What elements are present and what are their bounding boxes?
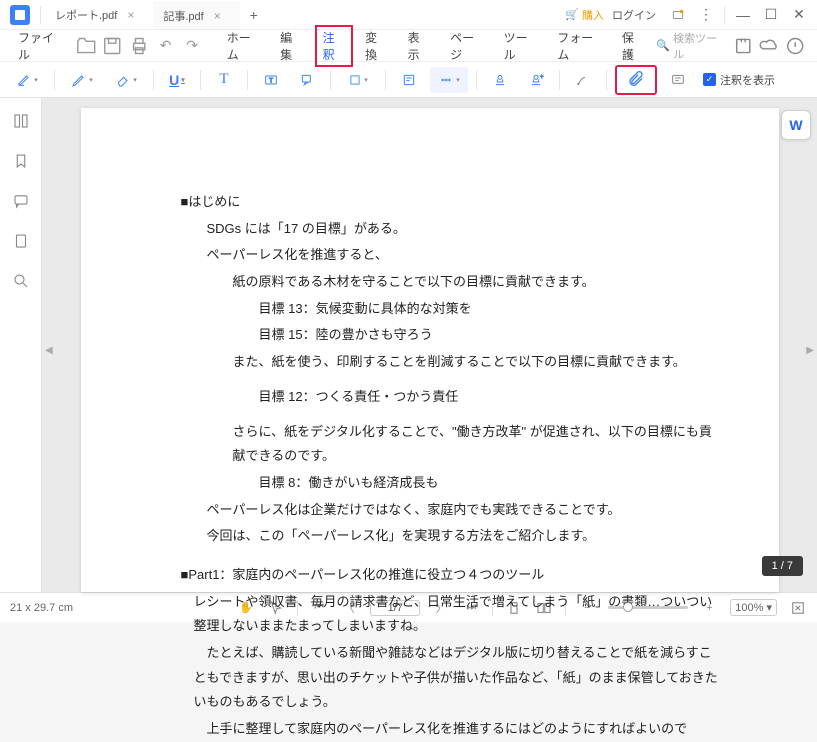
page-indicator: 1 / 7 — [762, 556, 803, 576]
tab-article[interactable]: 記事.pdf × — [153, 1, 239, 29]
underline-tool[interactable]: U▾ — [162, 67, 192, 93]
body-text: 今回は、この「ペーパーレス化」を実現する方法をご紹介します。 — [181, 524, 719, 549]
pencil-tool[interactable]: ▾ — [63, 67, 101, 93]
tab-report[interactable]: レポート.pdf × — [45, 1, 153, 29]
body-text: ペーパーレス化を推進すると、 — [181, 243, 719, 268]
fit-page-icon[interactable] — [789, 599, 807, 617]
print-icon[interactable] — [128, 34, 150, 58]
attachment-tool[interactable] — [615, 65, 657, 95]
save-icon[interactable] — [101, 34, 123, 58]
menu-page[interactable]: ページ — [442, 25, 491, 67]
prev-page-arrow[interactable]: ◀ — [45, 345, 53, 356]
eraser-tool[interactable]: ▾ — [107, 67, 145, 93]
svg-text:+: + — [540, 74, 544, 80]
stamp-tool[interactable] — [485, 67, 515, 93]
zoom-slider[interactable] — [608, 606, 688, 609]
thumbnails-icon[interactable] — [12, 112, 30, 130]
login-link[interactable]: ログイン — [612, 7, 656, 23]
close-icon[interactable]: × — [127, 8, 134, 22]
body-text: また、紙を使う、印刷することを削減することで以下の目標に貢献できます。 — [181, 350, 719, 375]
body-text: ペーパーレス化は企業だけではなく、家庭内でも実践できることです。 — [181, 498, 719, 523]
highlighter-tool[interactable]: ▾ — [8, 67, 46, 93]
body-text: 目標 8：働きがいも経済成長も — [181, 471, 719, 496]
body-text: 目標 15：陸の豊かさも守ろう — [181, 323, 719, 348]
svg-text:T: T — [269, 77, 273, 84]
close-icon[interactable]: × — [214, 9, 221, 23]
cloud-icon[interactable] — [758, 34, 780, 58]
body-text: SDGs には「17 の目標」がある。 — [181, 217, 719, 242]
checkmark-icon: ✓ — [703, 73, 716, 86]
body-text: レシートや領収書、毎月の請求書など、日常生活で増えてしまう「紙」の書類…ついつい… — [181, 590, 719, 639]
next-page-arrow[interactable]: ▶ — [806, 345, 814, 356]
menu-tools[interactable]: ツール — [496, 25, 546, 67]
bookmarks-icon[interactable] — [12, 152, 30, 170]
body-text: 紙の原料である木材を守ることで以下の目標に貢献できます。 — [181, 270, 719, 295]
attachments-icon[interactable] — [12, 232, 30, 250]
search-icon[interactable] — [12, 272, 30, 290]
link-tool[interactable] — [568, 67, 598, 93]
signature-tool[interactable]: + — [521, 67, 551, 93]
heading: ■はじめに — [181, 190, 719, 215]
undo-icon[interactable]: ↶ — [154, 34, 176, 58]
help-icon[interactable] — [784, 34, 806, 58]
page-dimensions: 21 x 29.7 cm — [10, 602, 73, 614]
notifications-icon[interactable] — [664, 1, 692, 29]
body-text: 上手に整理して家庭内のペーパーレス化を推進するにはどのようにすればよいので — [181, 717, 719, 742]
content-area[interactable]: ◀ ▶ W ■はじめに SDGs には「17 の目標」がある。 ペーパーレス化を… — [42, 98, 817, 592]
tab-label: 記事.pdf — [163, 8, 203, 24]
word-export-button[interactable]: W — [781, 110, 811, 140]
zoom-value[interactable]: 100% ▾ — [730, 599, 777, 616]
comment-tool[interactable] — [663, 67, 693, 93]
search-tools[interactable]: 🔍 検索ツール — [656, 30, 723, 62]
body-text: 目標 12：つくる責任・つかう責任 — [181, 385, 719, 410]
close-button[interactable]: ✕ — [785, 1, 813, 29]
comments-icon[interactable] — [12, 192, 30, 210]
more-icon[interactable]: ⋮ — [692, 1, 720, 29]
menu-edit[interactable]: 編集 — [272, 25, 310, 67]
main-area: ◀ ▶ W ■はじめに SDGs には「17 の目標」がある。 ペーパーレス化を… — [0, 98, 817, 592]
menu-form[interactable]: フォーム — [549, 25, 610, 67]
share-icon[interactable] — [732, 34, 754, 58]
open-icon[interactable] — [75, 34, 97, 58]
sidebar — [0, 98, 42, 592]
menu-convert[interactable]: 変換 — [357, 25, 395, 67]
menubar: ファイル ↶ ↷ ホーム 編集 注釈 変換 表示 ページ ツール フォーム 保護… — [0, 30, 817, 62]
callout-tool[interactable] — [292, 67, 322, 93]
app-icon — [10, 5, 30, 25]
body-text: さらに、紙をデジタル化することで、"働き方改革" が促進され、以下の目標にも貢献… — [181, 420, 719, 469]
toolbar: ▾ ▾ ▾ U▾ T T ▾ ▾ + ✓ 注釈を表示 — [0, 62, 817, 98]
pdf-page: ■はじめに SDGs には「17 の目標」がある。 ペーパーレス化を推進すると、… — [81, 108, 779, 592]
heading: ■Part1：家庭内のペーパーレス化の推進に役立つ４つのツール — [181, 563, 719, 588]
textbox-tool[interactable]: T — [256, 67, 286, 93]
menu-annotation[interactable]: 注釈 — [315, 25, 353, 67]
minimize-button[interactable]: — — [729, 1, 757, 29]
body-text: たとえば、購読している新聞や雑誌などはデジタル版に切り替えることで紙を減らすこと… — [181, 641, 719, 715]
body-text: 目標 13：気候変動に具体的な対策を — [181, 297, 719, 322]
menu-home[interactable]: ホーム — [219, 25, 268, 67]
shape-tool[interactable]: ▾ — [339, 67, 377, 93]
menu-file[interactable]: ファイル — [10, 25, 71, 67]
menu-protect[interactable]: 保護 — [614, 25, 652, 67]
text-tool[interactable]: T — [209, 67, 239, 93]
tab-label: レポート.pdf — [55, 7, 117, 23]
search-icon: 🔍 — [656, 39, 670, 52]
redo-icon[interactable]: ↷ — [181, 34, 203, 58]
show-annotations-checkbox[interactable]: ✓ 注釈を表示 — [703, 72, 775, 88]
purchase-link[interactable]: 🛒 購入 — [565, 7, 604, 23]
cart-icon: 🛒 — [565, 8, 579, 21]
maximize-button[interactable]: ☐ — [757, 1, 785, 29]
measure-tool[interactable]: ▾ — [430, 67, 468, 93]
note-tool[interactable] — [394, 67, 424, 93]
menu-view[interactable]: 表示 — [400, 25, 438, 67]
